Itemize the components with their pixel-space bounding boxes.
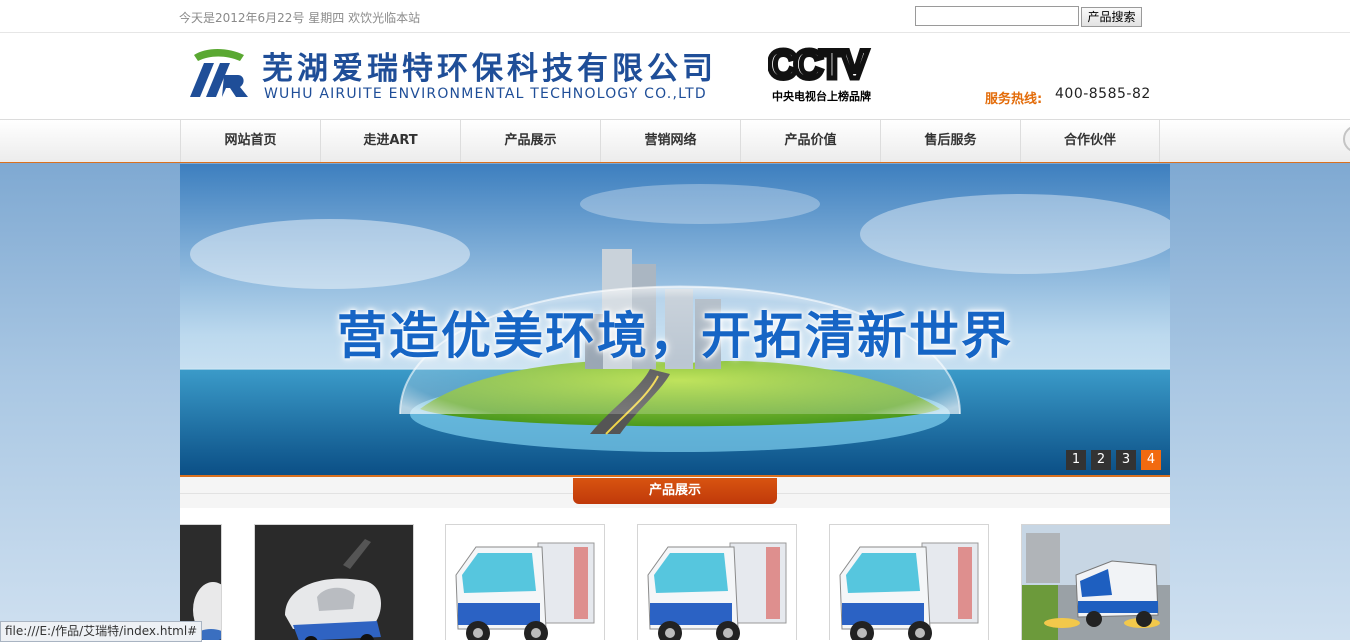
- banner-slogan: 营造优美环境，开拓清新世界: [337, 307, 1013, 365]
- main-nav: 网站首页 走进ART 产品展示 营销网络 产品价值 售后服务 合作伙伴: [0, 119, 1350, 164]
- company-logo-icon[interactable]: [188, 47, 248, 101]
- browser-status-bar: file:///E:/作品/艾瑞特/index.html#: [0, 621, 203, 642]
- header: 芜湖爱瑞特环保科技有限公司 WUHU AIRUITE ENVIRONMENTAL…: [0, 33, 1350, 119]
- nav-product-value[interactable]: 产品价值: [740, 120, 880, 162]
- cctv-logo-text: CCTV: [768, 45, 868, 83]
- nav-about-art[interactable]: 走进ART: [320, 120, 460, 162]
- date-greeting: 今天是2012年6月22号 星期四 欢饮光临本站: [179, 11, 421, 25]
- section-title[interactable]: 产品展示: [573, 478, 777, 504]
- nav-after-sales[interactable]: 售后服务: [880, 120, 1020, 162]
- product-carousel: [180, 508, 1170, 640]
- product-thumb-electric-cart-1[interactable]: [445, 524, 605, 640]
- slide-dot-1[interactable]: 1: [1066, 450, 1086, 470]
- hotline-label: 服务热线:: [985, 92, 1043, 107]
- nav-products[interactable]: 产品展示: [460, 120, 600, 162]
- electric-cart-icon: [446, 525, 604, 640]
- electric-cart-icon: [638, 525, 796, 640]
- search-input[interactable]: [915, 6, 1079, 26]
- nav-home[interactable]: 网站首页: [180, 120, 320, 162]
- product-search-button[interactable]: 产品搜索: [1081, 7, 1142, 27]
- nav-partners[interactable]: 合作伙伴: [1020, 120, 1160, 162]
- banner-slideshow[interactable]: 营造优美环境，开拓清新世界 1 2 3 4: [180, 164, 1170, 475]
- company-name-en: WUHU AIRUITE ENVIRONMENTAL TECHNOLOGY CO…: [264, 86, 707, 102]
- slide-dot-2[interactable]: 2: [1091, 450, 1111, 470]
- slide-indicators: 1 2 3 4: [1066, 450, 1161, 470]
- product-thumb-electric-cart-2[interactable]: [637, 524, 797, 640]
- hotline-number: 400-8585-82: [1055, 86, 1151, 102]
- cctv-logo: CCTV: [768, 45, 874, 83]
- product-thumb-electric-cart-3[interactable]: [829, 524, 989, 640]
- nav-sales-network[interactable]: 营销网络: [600, 120, 740, 162]
- top-bar: 今天是2012年6月22号 星期四 欢饮光临本站 产品搜索: [0, 0, 1350, 33]
- slide-dot-3[interactable]: 3: [1116, 450, 1136, 470]
- slide-dot-4[interactable]: 4: [1141, 450, 1161, 470]
- cctv-caption: 中央电视台上榜品牌: [772, 90, 871, 103]
- company-name-cn: 芜湖爱瑞特环保科技有限公司: [262, 51, 717, 87]
- product-thumb-sweeper[interactable]: [254, 524, 414, 640]
- electric-cart-icon: [830, 525, 988, 640]
- product-thumb-street-sweeper[interactable]: [1021, 524, 1170, 640]
- street-sweeper-icon: [1022, 525, 1170, 640]
- products-section-header: 产品展示: [180, 475, 1170, 510]
